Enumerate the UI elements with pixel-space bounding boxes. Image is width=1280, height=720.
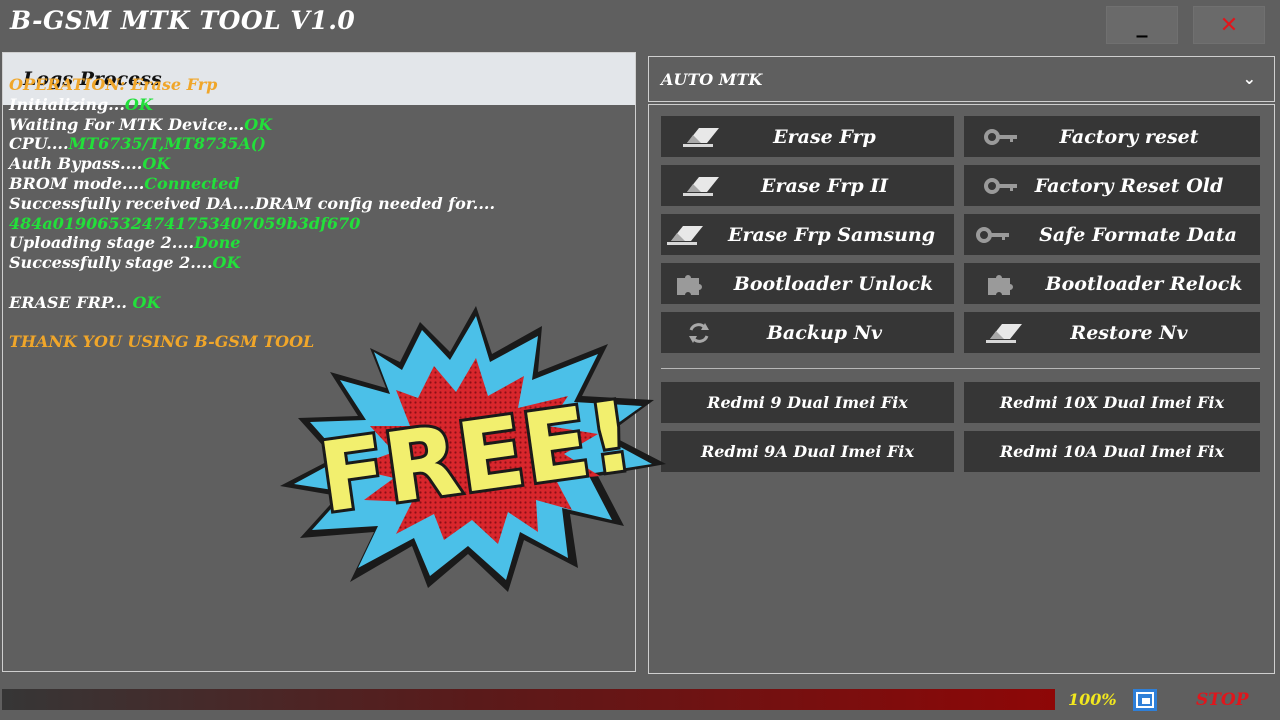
factory-reset-old-button[interactable]: Factory Reset Old — [964, 165, 1260, 206]
free-burst-graphic: FREE! — [280, 306, 666, 592]
factory-reset-old-label: Factory Reset Old — [1034, 174, 1224, 197]
erase-frp-ii-button[interactable]: Erase Frp II — [661, 165, 954, 206]
safe-formate-data-label: Safe Formate Data — [1039, 223, 1237, 246]
log-line: BROM mode....Connected — [9, 174, 495, 194]
redmi-9a-dual-imei-fix-button[interactable]: Redmi 9A Dual Imei Fix — [661, 431, 954, 472]
puzzle-icon — [988, 275, 1013, 295]
log-line: Auth Bypass....OK — [9, 154, 495, 174]
erase-frp-ii-label: Erase Frp II — [760, 174, 889, 197]
log-segment: Auth Bypass.... — [9, 154, 143, 174]
redmi-10a-dual-imei-fix-button[interactable]: Redmi 10A Dual Imei Fix — [964, 431, 1260, 472]
log-line: Successfully stage 2....OK — [9, 253, 495, 273]
stop-button[interactable]: STOP — [1196, 690, 1249, 710]
log-segment: Successfully stage 2.... — [9, 253, 213, 273]
safe-formate-data-button[interactable]: Safe Formate Data — [964, 214, 1260, 255]
window-title: B-GSM MTK TOOL V1.0 — [10, 6, 356, 35]
factory-reset-label: Factory reset — [1059, 125, 1199, 148]
redmi-10x-label: Redmi 10X Dual Imei Fix — [999, 393, 1225, 412]
close-button[interactable]: ✕ — [1193, 6, 1265, 44]
log-segment: ERASE FRP... — [9, 292, 133, 312]
minimize-button[interactable]: _ — [1106, 6, 1178, 44]
key-icon — [984, 178, 1017, 194]
key-icon — [976, 227, 1009, 243]
log-segment: OK — [124, 94, 153, 114]
redmi-9-dual-imei-fix-button[interactable]: Redmi 9 Dual Imei Fix — [661, 382, 954, 423]
bootloader-unlock-button[interactable]: Bootloader Unlock — [661, 263, 954, 304]
eraser-icon — [683, 128, 719, 147]
eraser-icon — [986, 324, 1022, 343]
mode-select-value: AUTO MTK — [661, 69, 763, 89]
redmi-9-label: Redmi 9 Dual Imei Fix — [707, 393, 908, 412]
log-segment: Uploading stage 2.... — [9, 233, 195, 253]
log-segment: BROM mode.... — [9, 173, 145, 193]
log-segment: OK — [212, 253, 241, 273]
button-divider — [661, 368, 1260, 369]
log-segment: OK — [132, 292, 161, 312]
log-line: Successfully received DA....DRAM config … — [9, 194, 495, 214]
log-segment: Initializing... — [9, 94, 125, 114]
erase-frp-samsung-label: Erase Frp Samsung — [727, 223, 935, 246]
log-line: Initializing...OK — [9, 95, 495, 115]
bootloader-relock-button[interactable]: Bootloader Relock — [964, 263, 1260, 304]
log-line: 484a019065324741753407059b3df670 — [9, 214, 495, 234]
redmi-9a-label: Redmi 9A Dual Imei Fix — [700, 442, 915, 461]
backup-nv-button[interactable]: Backup Nv — [661, 312, 954, 353]
log-segment: 484a019065324741753407059b3df670 — [9, 213, 361, 233]
log-segment: CPU.... — [9, 134, 69, 154]
log-line: CPU....MT6735/T,MT8735A() — [9, 134, 495, 154]
restore-nv-button[interactable]: Restore Nv — [964, 312, 1260, 353]
redmi-10x-dual-imei-fix-button[interactable]: Redmi 10X Dual Imei Fix — [964, 382, 1260, 423]
progress-bar — [2, 689, 1055, 710]
bootloader-unlock-label: Bootloader Unlock — [733, 272, 934, 295]
progress-percent: 100% — [1068, 690, 1117, 709]
bootloader-relock-label: Bootloader Relock — [1045, 272, 1243, 295]
log-line: Uploading stage 2....Done — [9, 233, 495, 253]
eraser-icon — [683, 177, 719, 196]
sync-icon — [689, 323, 709, 343]
mode-select[interactable]: AUTO MTK ⌄ — [648, 56, 1275, 102]
log-segment: THANK YOU USING B-GSM TOOL — [9, 332, 315, 352]
log-segment: OK — [142, 154, 171, 174]
log-segment: Waiting For MTK Device... — [9, 114, 245, 134]
log-segment: OPERATION: Erase Frp — [9, 75, 218, 94]
restore-nv-label: Restore Nv — [1070, 321, 1188, 344]
factory-reset-button[interactable]: Factory reset — [964, 116, 1260, 157]
chevron-down-icon: ⌄ — [1242, 69, 1256, 88]
log-line: Waiting For MTK Device...OK — [9, 115, 495, 135]
log-segment: Successfully received DA....DRAM config … — [9, 193, 496, 213]
log-segment: Done — [194, 233, 241, 253]
erase-frp-samsung-button[interactable]: Erase Frp Samsung — [661, 214, 954, 255]
erase-frp-button[interactable]: Erase Frp — [661, 116, 954, 157]
puzzle-icon — [677, 275, 702, 295]
backup-nv-label: Backup Nv — [766, 321, 883, 344]
log-segment: MT6735/T,MT8735A() — [68, 134, 266, 154]
log-segment: Connected — [144, 173, 240, 193]
log-segment: OK — [244, 114, 273, 134]
key-icon — [984, 129, 1017, 145]
window-icon[interactable] — [1133, 689, 1157, 711]
redmi-10a-label: Redmi 10A Dual Imei Fix — [999, 442, 1225, 461]
erase-frp-label: Erase Frp — [773, 125, 876, 148]
log-line: OPERATION: Erase Frp — [9, 75, 495, 95]
eraser-icon — [667, 226, 703, 245]
